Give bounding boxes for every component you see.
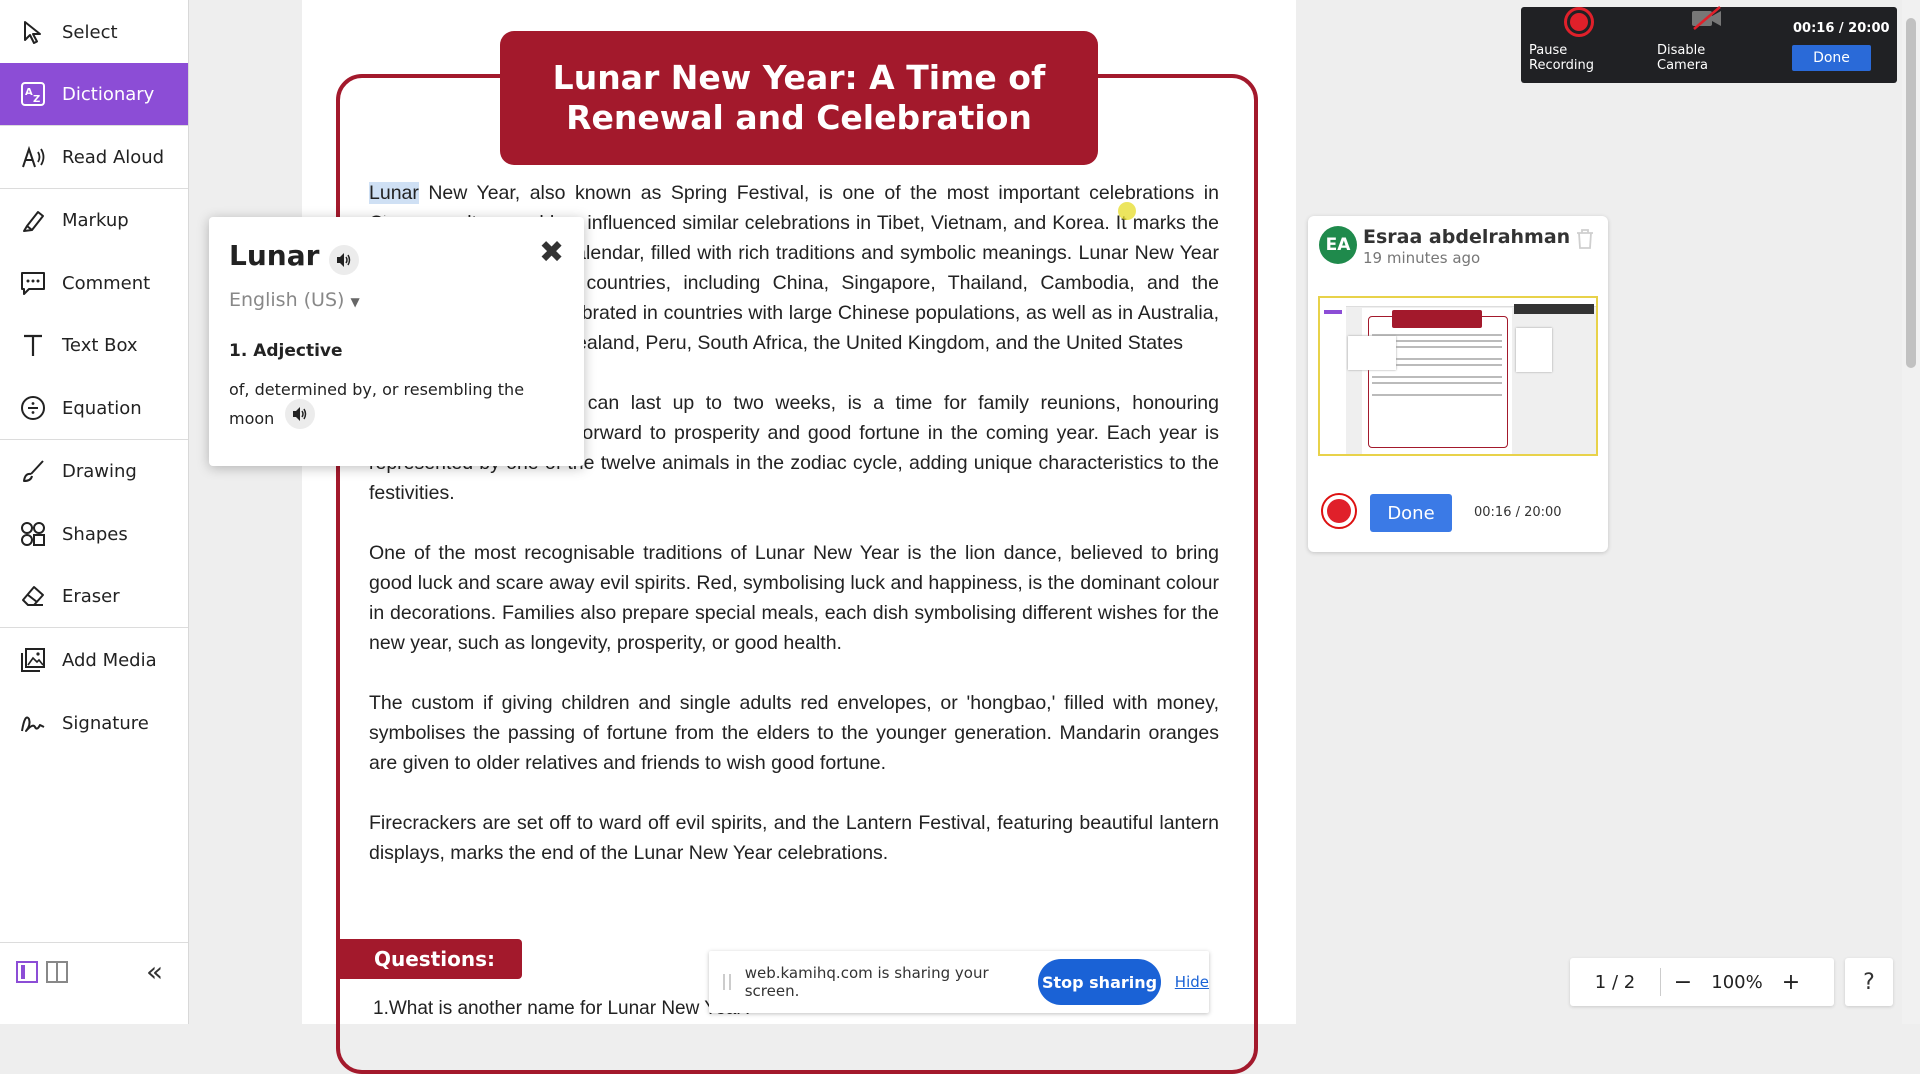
- tool-label: Dictionary: [62, 83, 155, 105]
- tool-drawing[interactable]: Drawing: [0, 440, 188, 502]
- tool-label: Eraser: [62, 585, 120, 607]
- tool-label: Drawing: [62, 460, 137, 482]
- disable-camera-button[interactable]: Disable Camera: [1657, 5, 1757, 83]
- record-icon: [1564, 7, 1594, 37]
- drag-handle-icon[interactable]: [723, 974, 731, 990]
- done-recording-button[interactable]: Done: [1792, 45, 1871, 71]
- tool-label: Select: [62, 21, 118, 43]
- card-timer: 00:16 / 20:00: [1474, 505, 1562, 520]
- tool-text-box[interactable]: Text Box: [0, 314, 188, 376]
- close-icon[interactable]: ✖: [539, 235, 564, 270]
- paragraph: The custom if giving children and single…: [369, 692, 1219, 774]
- tool-label: Signature: [62, 712, 149, 734]
- stop-sharing-button[interactable]: Stop sharing: [1038, 959, 1161, 1005]
- page-indicator[interactable]: 1 / 2: [1570, 972, 1660, 993]
- part-of-speech: 1. Adjective: [229, 341, 343, 361]
- zoom-level[interactable]: 100%: [1705, 972, 1769, 993]
- signature-icon: [18, 708, 48, 738]
- dictionary-icon: AZ: [18, 79, 48, 109]
- scrollbar-thumb[interactable]: [1906, 18, 1916, 368]
- brush-icon: [18, 456, 48, 486]
- tool-label: Comment: [62, 272, 151, 294]
- paragraph: Firecrackers are set off to ward off evi…: [369, 812, 1219, 864]
- highlighted-word[interactable]: Lunar: [369, 182, 419, 204]
- tool-label: Shapes: [62, 523, 128, 545]
- camera-off-icon: [1690, 5, 1724, 35]
- media-icon: [18, 645, 48, 675]
- video-thumbnail[interactable]: [1318, 296, 1598, 456]
- pointer-cursor-indicator: [1118, 202, 1136, 220]
- comment-timestamp: 19 minutes ago: [1363, 249, 1481, 267]
- read-aloud-icon: [18, 142, 48, 172]
- tool-read-aloud[interactable]: Read Aloud: [0, 126, 188, 188]
- comment-icon: [18, 268, 48, 298]
- dictionary-popup: Lunar ✖ English (US) ▼ 1. Adjective of, d…: [209, 217, 584, 466]
- hide-link[interactable]: Hide: [1175, 973, 1209, 991]
- svg-text:A: A: [25, 87, 33, 98]
- sidebar-footer: «: [0, 942, 188, 1025]
- tool-comment[interactable]: Comment: [0, 252, 188, 314]
- card-done-button[interactable]: Done: [1370, 494, 1452, 532]
- language-select[interactable]: English (US) ▼: [229, 289, 360, 311]
- tool-eraser[interactable]: Eraser: [0, 565, 188, 627]
- cursor-icon: [18, 17, 48, 47]
- question-item: 1.What is another name for Lunar New Yea…: [373, 998, 754, 1019]
- avatar: EA: [1319, 226, 1357, 264]
- trash-icon[interactable]: [1575, 228, 1595, 254]
- svg-text:Z: Z: [33, 94, 40, 105]
- highlighter-icon: [18, 205, 48, 235]
- two-page-view-icon[interactable]: [46, 961, 68, 983]
- paragraph: One of the most recognisable traditions …: [369, 542, 1219, 654]
- tool-add-media[interactable]: Add Media: [0, 629, 188, 691]
- help-button[interactable]: ?: [1845, 958, 1893, 1006]
- zoom-controls: 1 / 2 − 100% +: [1570, 958, 1834, 1006]
- tool-shapes[interactable]: Shapes: [0, 503, 188, 565]
- share-message: web.kamihq.com is sharing your screen.: [744, 964, 989, 1000]
- definition-text: of, determined by, or resembling the moo…: [229, 380, 525, 428]
- tool-label: Add Media: [62, 649, 157, 671]
- tool-dictionary[interactable]: AZ Dictionary: [0, 63, 188, 125]
- speaker-icon[interactable]: [329, 245, 359, 275]
- recording-timer: 00:16 / 20:00: [1793, 21, 1890, 36]
- tool-label: Read Aloud: [62, 146, 165, 168]
- dictionary-word: Lunar: [229, 239, 320, 272]
- pause-recording-button[interactable]: Pause Recording: [1529, 7, 1629, 83]
- author-name: Esraa abdelrahman: [1363, 226, 1571, 248]
- zoom-out-button[interactable]: −: [1661, 970, 1705, 995]
- record-button[interactable]: [1321, 493, 1357, 529]
- collapse-sidebar-icon[interactable]: «: [146, 955, 163, 988]
- tool-sidebar: Select AZ Dictionary Read Aloud Markup C…: [0, 0, 189, 1024]
- text-icon: [18, 330, 48, 360]
- shapes-icon: [18, 519, 48, 549]
- screen-share-bar: web.kamihq.com is sharing your screen. S…: [709, 951, 1209, 1013]
- recording-comment-card: EA Esraa abdelrahman 19 minutes ago Done…: [1308, 216, 1608, 552]
- tool-select[interactable]: Select: [0, 1, 188, 63]
- tool-equation[interactable]: Equation: [0, 377, 188, 439]
- recording-toolbar: Pause Recording Disable Camera 00:16 / 2…: [1521, 5, 1897, 83]
- scrollbar[interactable]: [1902, 0, 1920, 1024]
- speaker-icon[interactable]: [285, 399, 315, 429]
- single-page-view-icon[interactable]: [16, 961, 38, 983]
- questions-heading: Questions:: [338, 939, 522, 979]
- chevron-down-icon: ▼: [350, 295, 360, 309]
- document-title: Lunar New Year: A Time of Renewal and Ce…: [500, 31, 1098, 165]
- zoom-in-button[interactable]: +: [1769, 970, 1813, 995]
- tool-label: Markup: [62, 209, 129, 231]
- equation-icon: [18, 393, 48, 423]
- tool-markup[interactable]: Markup: [0, 189, 188, 251]
- tool-label: Text Box: [62, 334, 138, 356]
- tool-signature[interactable]: Signature: [0, 692, 188, 754]
- eraser-icon: [18, 581, 48, 611]
- tool-label: Equation: [62, 397, 142, 419]
